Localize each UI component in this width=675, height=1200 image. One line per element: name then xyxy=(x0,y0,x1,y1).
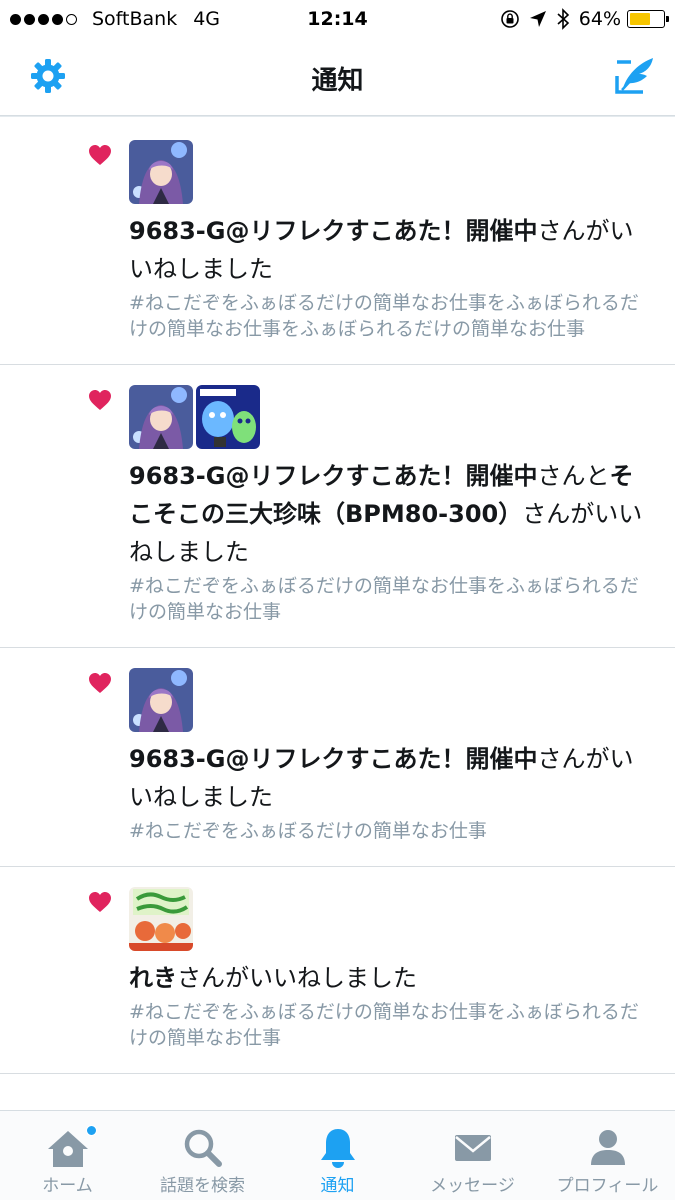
status-right: 64% xyxy=(491,8,669,30)
battery-icon xyxy=(627,10,669,28)
avatar[interactable] xyxy=(196,385,260,449)
notifications-list: 9683-G@リフレクすこあた！開催中さんがいいねしました #ねこだぞをふぁぼる… xyxy=(0,120,675,1074)
user-name[interactable]: 9683-G@リフレクすこあた！開催中 xyxy=(129,745,537,773)
tab-home[interactable]: ホーム xyxy=(0,1111,135,1200)
avatar[interactable] xyxy=(129,887,193,951)
user-name[interactable]: 9683-G@リフレクすこあた！開催中 xyxy=(129,217,537,245)
tab-profile[interactable]: プロフィール xyxy=(540,1111,675,1200)
tab-label: プロフィール xyxy=(556,1176,659,1196)
battery-percent: 64% xyxy=(578,8,621,30)
person-icon xyxy=(590,1130,625,1165)
heart-icon xyxy=(89,892,111,912)
tweet-text: #ねこだぞをふぁぼるだけの簡単なお仕事をふぁぼられるだけの簡単なお仕事をふぁぼら… xyxy=(129,292,639,340)
new-content-dot xyxy=(86,1125,97,1136)
battery-level xyxy=(630,13,651,25)
heart-icon xyxy=(89,145,111,165)
notification-joiner: さんと xyxy=(537,462,610,490)
notification-item[interactable]: れきさんがいいねしました #ねこだぞをふぁぼるだけの簡単なお仕事をふぁぼられるだ… xyxy=(0,867,675,1074)
heart-icon xyxy=(89,673,111,693)
tab-notifications[interactable]: 通知 xyxy=(270,1111,405,1200)
notification-item[interactable]: 9683-G@リフレクすこあた！開催中さんがいいねしました #ねこだぞをふぁぼる… xyxy=(0,648,675,867)
search-icon xyxy=(184,1129,222,1167)
envelope-icon xyxy=(454,1135,491,1161)
location-arrow-icon xyxy=(529,11,546,27)
heart-icon xyxy=(89,390,111,410)
notification-item[interactable]: 9683-G@リフレクすこあた！開催中さんとそこそこの三大珍味（BPM80-30… xyxy=(0,365,675,648)
compose-tweet-icon[interactable] xyxy=(613,54,657,98)
orientation-lock-icon xyxy=(500,10,519,28)
tab-messages[interactable]: メッセージ xyxy=(405,1111,540,1200)
nav-bar: 通知 xyxy=(0,38,675,116)
avatar[interactable] xyxy=(129,385,193,449)
page-title: 通知 xyxy=(311,66,364,96)
notification-suffix: さんがいいねしました xyxy=(177,964,417,992)
tab-label: メッセージ xyxy=(430,1176,515,1196)
tweet-text: #ねこだぞをふぁぼるだけの簡単なお仕事 xyxy=(129,820,487,842)
tweet-text: #ねこだぞをふぁぼるだけの簡単なお仕事をふぁぼられるだけの簡単なお仕事 xyxy=(129,575,639,623)
tweet-text: #ねこだぞをふぁぼるだけの簡単なお仕事をふぁぼられるだけの簡単なお仕事 xyxy=(129,1001,639,1049)
user-name[interactable]: 9683-G@リフレクすこあた！開催中 xyxy=(129,462,537,490)
tab-label: 話題を検索 xyxy=(160,1176,245,1196)
tab-search[interactable]: 話題を検索 xyxy=(135,1111,270,1200)
avatar[interactable] xyxy=(129,668,193,732)
user-name[interactable]: れき xyxy=(129,964,177,992)
home-icon xyxy=(47,1131,88,1167)
tab-label: ホーム xyxy=(42,1176,93,1196)
notification-item[interactable]: 9683-G@リフレクすこあた！開催中さんがいいねしました #ねこだぞをふぁぼる… xyxy=(0,120,675,365)
avatar[interactable] xyxy=(129,140,193,204)
status-bar: SoftBank 4G 12:14 64% xyxy=(0,0,675,38)
bell-icon xyxy=(320,1129,355,1168)
tab-bar: ホーム 話題を検索 通知 メッセージ プロフィール xyxy=(0,1110,675,1200)
bluetooth-icon xyxy=(557,8,569,30)
tab-label: 通知 xyxy=(320,1176,355,1196)
